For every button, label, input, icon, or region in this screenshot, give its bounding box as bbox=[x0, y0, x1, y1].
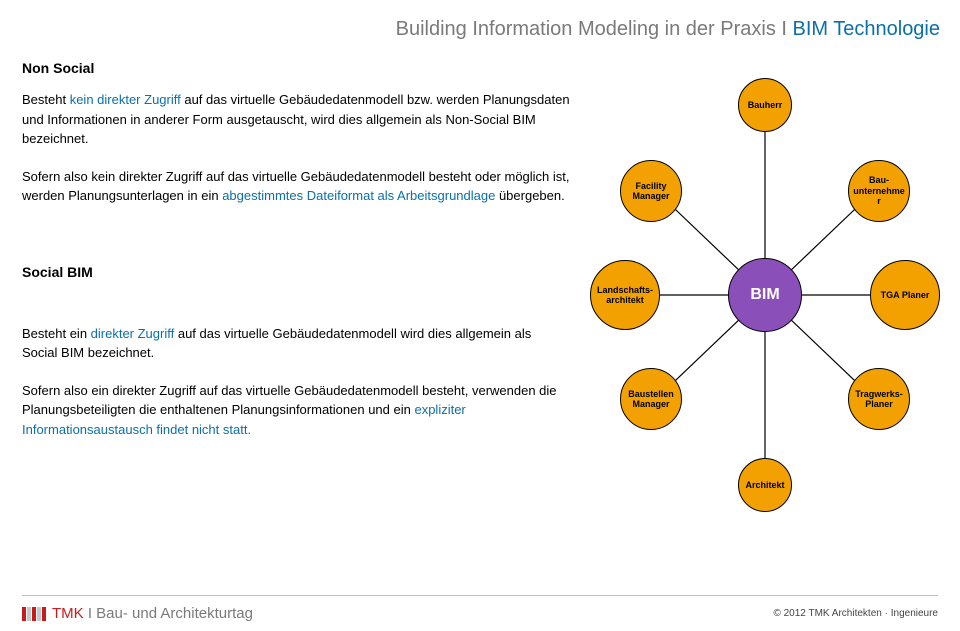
node-architekt: Architekt bbox=[738, 458, 792, 512]
title-blue: BIM Technologie bbox=[793, 18, 941, 40]
node-label: Tragwerks- Planer bbox=[855, 389, 903, 410]
node-label: BIM bbox=[750, 286, 779, 304]
highlight-direkter-zugriff: direkter Zugriff bbox=[91, 326, 175, 341]
text: übergeben. bbox=[495, 188, 564, 203]
footer-left: TMK I Bau- und Architekturtag bbox=[22, 605, 253, 622]
copyright-suffix: Ingenieure bbox=[888, 608, 938, 619]
node-bauunternehmer: Bau- unternehme r bbox=[848, 160, 910, 222]
page-title: Building Information Modeling in der Pra… bbox=[0, 18, 940, 41]
node-facility-manager: Facility Manager bbox=[620, 160, 682, 222]
node-label: Bauherr bbox=[748, 100, 783, 110]
node-landschaftsarchitekt: Landschafts- architekt bbox=[590, 260, 660, 330]
node-label: Architekt bbox=[745, 480, 784, 490]
node-bim-center: BIM bbox=[728, 258, 802, 332]
nonsocial-para-2: Sofern also kein direkter Zugriff auf da… bbox=[22, 167, 570, 206]
node-tga-planer: TGA Planer bbox=[870, 260, 940, 330]
node-label: Baustellen Manager bbox=[628, 389, 674, 410]
title-gray: Building Information Modeling in der Pra… bbox=[396, 18, 793, 40]
highlight-dateiformat: abgestimmtes Dateiformat als Arbeitsgrun… bbox=[222, 188, 495, 203]
copyright: © 2012 TMK Architekten bbox=[773, 608, 884, 619]
footer-event: I Bau- und Architekturtag bbox=[84, 605, 253, 622]
heading-non-social: Non Social bbox=[22, 60, 570, 76]
node-label: Landschafts- architekt bbox=[597, 285, 653, 306]
node-tragwerksplaner: Tragwerks- Planer bbox=[848, 368, 910, 430]
text: Besteht bbox=[22, 92, 70, 107]
tmk-logo-icon bbox=[22, 607, 46, 621]
node-bauherr: Bauherr bbox=[738, 78, 792, 132]
bim-diagram: Bauherr Facility Manager Bau- unternehme… bbox=[580, 60, 950, 580]
node-label: Bau- unternehme r bbox=[853, 175, 905, 206]
body-column: Non Social Besteht kein direkter Zugriff… bbox=[22, 60, 570, 457]
heading-social-bim: Social BIM bbox=[22, 264, 570, 280]
node-baustellen-manager: Baustellen Manager bbox=[620, 368, 682, 430]
footer-tmk: TMK bbox=[52, 605, 84, 622]
social-para-1: Besteht ein direkter Zugriff auf das vir… bbox=[22, 324, 570, 363]
text: Sofern also ein direkter Zugriff auf das… bbox=[22, 383, 557, 418]
nonsocial-para-1: Besteht kein direkter Zugriff auf das vi… bbox=[22, 90, 570, 149]
node-label: Facility Manager bbox=[632, 181, 669, 202]
footer-right: © 2012 TMK Architekten · Ingenieure bbox=[773, 608, 938, 619]
highlight-kein-direkter: kein direkter Zugriff bbox=[70, 92, 181, 107]
social-para-2: Sofern also ein direkter Zugriff auf das… bbox=[22, 381, 570, 440]
text: Besteht ein bbox=[22, 326, 91, 341]
footer: TMK I Bau- und Architekturtag © 2012 TMK… bbox=[0, 595, 960, 631]
footer-rule bbox=[22, 595, 938, 596]
node-label: TGA Planer bbox=[881, 290, 930, 300]
